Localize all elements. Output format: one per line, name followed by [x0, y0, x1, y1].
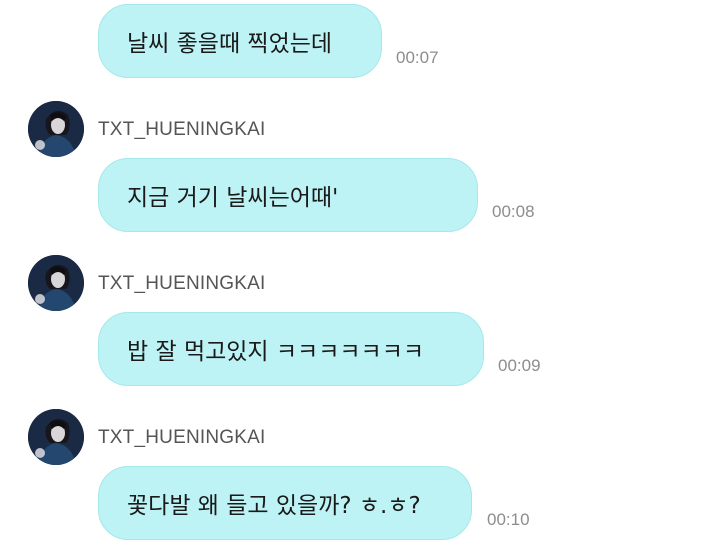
message-time: 00:10	[487, 510, 530, 529]
chat-thread: 날씨 좋을때 찍었는데 00:07 TXT_HUENINGKAI 지금 거기 날…	[0, 0, 720, 557]
message-bubble[interactable]: 날씨 좋을때 찍었는데	[98, 4, 382, 78]
message-bubble[interactable]: 지금 거기 날씨는어때'	[98, 158, 478, 232]
avatar-photo-icon	[28, 255, 84, 311]
sender-name: TXT_HUENINGKAI	[98, 427, 266, 448]
message-text: 지금 거기 날씨는어때'	[127, 185, 339, 211]
avatar[interactable]	[28, 255, 84, 311]
message-text: 밥 잘 먹고있지 ㅋㅋㅋㅋㅋㅋㅋ	[127, 339, 425, 365]
avatar[interactable]	[28, 409, 84, 465]
message-text: 날씨 좋을때 찍었는데	[127, 31, 333, 57]
message-time: 00:07	[396, 48, 439, 67]
avatar-photo-icon	[28, 409, 84, 465]
avatar[interactable]	[28, 101, 84, 157]
message-bubble[interactable]: 밥 잘 먹고있지 ㅋㅋㅋㅋㅋㅋㅋ	[98, 312, 484, 386]
message-text: 꽃다발 왜 들고 있을까? ㅎ.ㅎ?	[127, 493, 421, 519]
message-bubble[interactable]: 꽃다발 왜 들고 있을까? ㅎ.ㅎ?	[98, 466, 472, 540]
sender-name: TXT_HUENINGKAI	[98, 119, 266, 140]
message-time: 00:09	[498, 356, 541, 375]
message-time: 00:08	[492, 202, 535, 221]
avatar-photo-icon	[28, 101, 84, 157]
sender-name: TXT_HUENINGKAI	[98, 273, 266, 294]
